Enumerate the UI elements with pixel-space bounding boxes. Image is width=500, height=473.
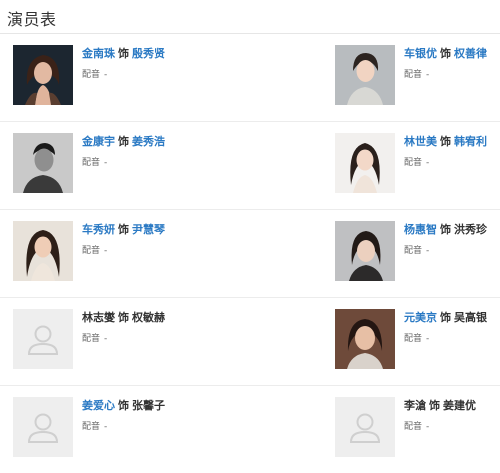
actor-name-link[interactable]: 车秀妍	[82, 223, 115, 236]
voice-label: 配音	[82, 70, 101, 80]
actor-name: 李滄	[404, 399, 426, 412]
actor-name-link[interactable]: 林世美	[404, 135, 437, 148]
actor-name-link[interactable]: 姜爱心	[82, 399, 115, 412]
voice-label: 配音	[82, 246, 101, 256]
actor-name-link[interactable]: 金康宇	[82, 135, 115, 148]
actor-name-link[interactable]: 金南珠	[82, 47, 115, 60]
page-title: 演员表	[7, 10, 57, 29]
voice-label: 配音	[404, 246, 423, 256]
role-connector: 饰	[440, 135, 451, 148]
cast-list: 金南珠饰殷秀贤 配音 - 车银优饰权善律 配音 - 金康宇 饰 姜秀浩 配音 -…	[0, 34, 500, 473]
actor-photo[interactable]	[335, 309, 395, 369]
cast-card: 金康宇饰姜秀浩 配音 -	[13, 133, 183, 193]
role-connector: 饰	[440, 223, 451, 236]
role-name-link[interactable]: 殷秀贤	[132, 47, 165, 60]
cast-row: 姜爱心饰张馨子 配音 - 李滄饰姜建优 配音 -	[0, 386, 500, 473]
cast-card: 林世美饰韩宥利 配音 -	[335, 133, 500, 193]
voice-value: -	[104, 246, 108, 256]
cast-row: 金康宇饰姜秀浩 配音 - 林世美饰韩宥利 配音 -	[0, 122, 500, 210]
voice-value: -	[426, 246, 430, 256]
voice-value: -	[426, 70, 430, 80]
actor-photo[interactable]	[335, 221, 395, 281]
role-name-link[interactable]: 韩宥利	[454, 135, 487, 148]
actor-name: 林志燮	[82, 311, 115, 324]
actor-photo[interactable]	[13, 133, 73, 193]
actor-photo[interactable]	[13, 45, 73, 105]
role-name: 张馨子	[132, 399, 165, 412]
role-name-link[interactable]: 姜秀浩	[132, 135, 165, 148]
voice-value: -	[104, 334, 108, 344]
voice-label: 配音	[404, 422, 423, 432]
actor-name-link[interactable]: 元美京	[404, 311, 437, 324]
cast-card: 林志燮饰权敏赫 配音 -	[13, 309, 183, 369]
placeholder-avatar-icon	[335, 397, 395, 457]
voice-value: -	[426, 422, 430, 432]
voice-value: -	[426, 334, 430, 344]
role-name-link[interactable]: 权善律	[454, 47, 487, 60]
role-connector: 饰	[440, 47, 451, 60]
cast-card: 车银优饰权善律 配音 -	[335, 45, 500, 105]
placeholder-avatar-icon	[13, 397, 73, 457]
voice-value: -	[104, 422, 108, 432]
actor-photo[interactable]	[335, 45, 395, 105]
voice-label: 配音	[404, 70, 423, 80]
role-name: 姜建优	[443, 399, 476, 412]
voice-value: -	[104, 158, 108, 168]
role-connector: 饰	[118, 223, 129, 236]
cast-row: 林志燮饰权敏赫 配音 - 元美京饰吴高银 配音 -	[0, 298, 500, 386]
actor-name-link[interactable]: 车银优	[404, 47, 437, 60]
voice-value: -	[104, 70, 108, 80]
actor-photo[interactable]	[13, 221, 73, 281]
role-name: 洪秀珍	[454, 223, 487, 236]
cast-card: 车秀妍饰尹慧琴 配音 -	[13, 221, 183, 281]
voice-label: 配音	[404, 158, 423, 168]
cast-row: 金南珠饰殷秀贤 配音 - 车银优饰权善律 配音 -	[0, 34, 500, 122]
placeholder-avatar-icon	[13, 309, 73, 369]
cast-card: 李滄饰姜建优 配音 -	[335, 397, 500, 457]
voice-label: 配音	[82, 422, 101, 432]
role-connector: 饰	[429, 399, 440, 412]
role-connector: 饰	[440, 311, 451, 324]
cast-row: 车秀妍饰尹慧琴 配音 - 杨惠智饰洪秀珍 配音 -	[0, 210, 500, 298]
voice-label: 配音	[404, 334, 423, 344]
actor-photo[interactable]	[335, 133, 395, 193]
cast-card: 姜爱心饰张馨子 配音 -	[13, 397, 183, 457]
role-connector: 饰	[118, 47, 129, 60]
role-name: 吴高银	[454, 311, 487, 324]
actor-name-link[interactable]: 杨惠智	[404, 223, 437, 236]
role-connector: 饰	[118, 135, 129, 148]
voice-label: 配音	[82, 158, 101, 168]
cast-card: 杨惠智饰洪秀珍 配音 -	[335, 221, 500, 281]
voice-label: 配音	[82, 334, 101, 344]
role-name-link[interactable]: 尹慧琴	[132, 223, 165, 236]
role-name: 权敏赫	[132, 311, 165, 324]
cast-card: 金南珠饰殷秀贤 配音 -	[13, 45, 183, 105]
cast-card: 元美京饰吴高银 配音 -	[335, 309, 500, 369]
role-connector: 饰	[118, 311, 129, 324]
voice-value: -	[426, 158, 430, 168]
role-connector: 饰	[118, 399, 129, 412]
